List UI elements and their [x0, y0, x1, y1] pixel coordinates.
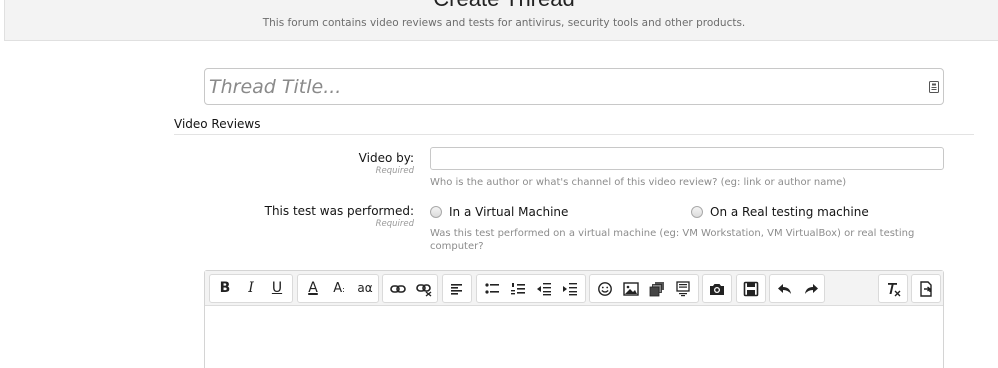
toolbar-group-text-style: B I U [209, 274, 293, 303]
toolbar-group-align [442, 274, 472, 303]
insert-quote-icon[interactable] [670, 275, 696, 302]
section-title: Video Reviews [174, 117, 261, 131]
video-by-input[interactable] [430, 147, 944, 170]
outdent-icon[interactable] [531, 275, 557, 302]
underline-icon[interactable]: U [264, 275, 290, 302]
toolbar-group-bbcode [911, 274, 941, 303]
font-color-icon[interactable]: A [300, 275, 326, 302]
numbered-list-icon[interactable] [505, 275, 531, 302]
unlink-icon[interactable] [411, 275, 437, 302]
radio-virtual-machine[interactable]: In a Virtual Machine [430, 205, 568, 219]
italic-icon[interactable]: I [238, 275, 264, 302]
video-by-explain: Who is the author or what's channel of t… [430, 177, 847, 188]
editor-toolbar: B I U A A: aα [205, 271, 943, 306]
video-by-label: Video by: [358, 151, 414, 165]
test-performed-label: This test was performed: [264, 204, 414, 218]
image-icon[interactable] [618, 275, 644, 302]
toolbar-group-insert [589, 274, 699, 303]
indent-icon[interactable] [557, 275, 583, 302]
page-header: Create Thread This forum contains video … [4, 0, 998, 41]
test-performed-explain-line2: computer? [430, 241, 484, 252]
prefix-icon[interactable] [929, 81, 939, 93]
thread-title-field[interactable] [204, 68, 944, 105]
redo-icon[interactable] [798, 275, 824, 302]
message-editor[interactable]: B I U A A: aα [204, 270, 944, 368]
font-size-icon[interactable]: A: [326, 275, 352, 302]
toolbar-group-clear [878, 274, 908, 303]
toolbar-group-font: A A: aα [297, 274, 379, 303]
toolbar-group-link [382, 274, 438, 303]
toggle-bbcode-icon[interactable] [913, 275, 939, 302]
camera-icon[interactable] [704, 275, 730, 302]
toolbar-group-lists [476, 274, 586, 303]
toolbar-group-save [736, 274, 766, 303]
radio-real-machine[interactable]: On a Real testing machine [691, 205, 869, 219]
smilie-icon[interactable] [592, 275, 618, 302]
forum-description: This forum contains video reviews and te… [262, 17, 746, 29]
toolbar-group-camera [702, 274, 732, 303]
test-performed-explain: Was this test performed on a virtual mac… [430, 227, 914, 253]
radio-button[interactable] [430, 206, 442, 218]
bold-icon[interactable]: B [212, 275, 238, 302]
radio-button[interactable] [691, 206, 703, 218]
font-family-icon[interactable]: aα [352, 275, 378, 302]
video-by-required: Required [375, 166, 414, 176]
save-draft-icon[interactable] [738, 275, 764, 302]
link-icon[interactable] [385, 275, 411, 302]
test-performed-required: Required [375, 219, 414, 229]
media-icon[interactable] [644, 275, 670, 302]
test-performed-explain-line1: Was this test performed on a virtual mac… [430, 228, 915, 239]
undo-icon[interactable] [772, 275, 798, 302]
remove-format-icon[interactable] [880, 275, 906, 302]
align-icon[interactable] [444, 275, 470, 302]
radio-virtual-machine-label: In a Virtual Machine [449, 205, 569, 219]
toolbar-group-history [769, 274, 825, 303]
radio-real-machine-label: On a Real testing machine [710, 205, 869, 219]
thread-title-input[interactable] [205, 69, 943, 104]
page-title: Create Thread [5, 0, 998, 12]
section-divider [174, 134, 974, 135]
bullet-list-icon[interactable] [479, 275, 505, 302]
